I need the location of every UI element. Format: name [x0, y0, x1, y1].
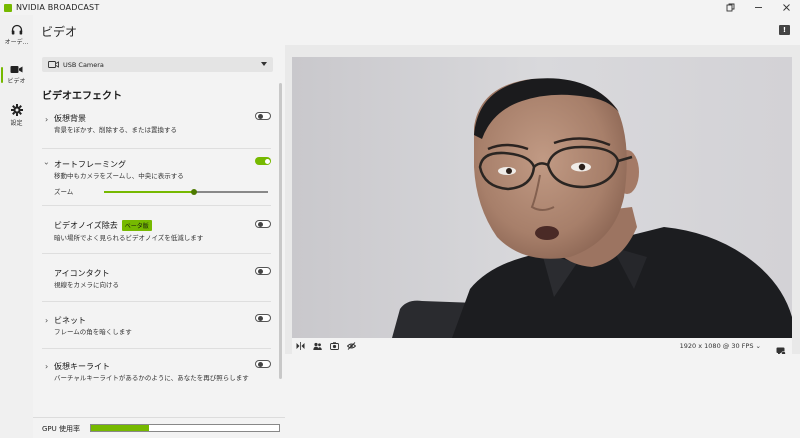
effect-name: アイコンタクト [54, 269, 110, 278]
effect-name: オートフレーミング [54, 160, 126, 169]
chevron-right-icon[interactable]: › [45, 115, 48, 124]
effect-eye-contact: アイコンタクト 視線をカメラに向ける [42, 254, 271, 302]
chevron-down-icon: ⌄ [755, 342, 761, 350]
beta-badge: ベータ版 [121, 220, 152, 231]
effect-name: 仮想キーライト [54, 362, 110, 371]
people-icon[interactable] [309, 338, 326, 354]
effect-desc: 視線をカメラに向ける [54, 281, 119, 289]
nvidia-logo-icon [4, 3, 12, 12]
effect-desc: 暗い場所でよく見られるビデオノイズを低減します [54, 234, 204, 242]
chevron-right-icon[interactable]: › [45, 362, 48, 371]
page-title: ビデオ [41, 25, 78, 39]
chevron-right-icon[interactable]: › [45, 316, 48, 325]
zoom-slider-handle[interactable] [191, 188, 198, 195]
effect-virtual-background: › 仮想背景 背景をぼかす、削除する、または置換する [42, 105, 271, 149]
effect-video-noise-removal: ビデオノイズ除去 ベータ版 暗い場所でよく見られるビデオノイズを低減します [42, 206, 271, 254]
effects-list: › 仮想背景 背景をぼかす、削除する、または置換する › オートフレーミング 移… [42, 105, 271, 410]
nav-rail: オーデ... ビデオ 設定 [0, 15, 33, 438]
below-preview-area [285, 354, 800, 438]
effect-desc: 背景をぼかす、削除する、または置換する [54, 126, 177, 134]
close-icon[interactable] [772, 0, 800, 15]
effect-vignette: › ビネット フレームの角を暗くします [42, 302, 271, 349]
minimize-icon[interactable] [744, 0, 772, 15]
toggle-video-noise-removal[interactable] [255, 220, 271, 228]
rail-item-label: オーデ... [4, 39, 29, 46]
video-camera-icon [10, 66, 23, 73]
gpu-usage: GPU 使用率 [33, 417, 285, 438]
resolution-value: 1920 x 1080 @ 30 FPS [679, 342, 754, 350]
effect-virtual-key-light: › 仮想キーライト バーチャルキーライトがあるかのように、あなたを再び照らします [42, 349, 271, 409]
chevron-down-icon [261, 62, 267, 66]
camera-select[interactable]: USB Camera [42, 57, 273, 72]
title-bar: NVIDIA BROADCAST [0, 0, 800, 15]
toggle-vignette[interactable] [255, 314, 271, 322]
zoom-slider-fill [104, 191, 195, 193]
page-header: ビデオ ! [33, 15, 800, 45]
effect-name: ビデオノイズ除去 [54, 221, 118, 230]
effect-name: ビネット [54, 316, 86, 325]
effect-desc: フレームの角を暗くします [54, 328, 132, 336]
panel-scrollbar[interactable] [279, 83, 282, 379]
effects-title: ビデオエフェクト [42, 91, 122, 102]
rail-item-settings[interactable]: 設定 [0, 95, 33, 135]
effect-name-row: ビデオノイズ除去 ベータ版 [54, 220, 152, 231]
effect-auto-framing: › オートフレーミング 移動中もカメラをズームし、中央に表示する ズーム [42, 149, 271, 206]
camera-feed-image [292, 57, 792, 338]
effect-name: 仮想背景 [54, 114, 86, 123]
video-controls: 1920 x 1080 @ 30 FPS ⌄ [292, 338, 792, 356]
toggle-virtual-key-light[interactable] [255, 360, 271, 368]
video-preview [292, 57, 792, 338]
camera-outline-icon [48, 61, 59, 68]
camera-select-value: USB Camera [63, 60, 104, 69]
hide-preview-icon[interactable] [343, 338, 360, 354]
headphones-icon [11, 24, 22, 35]
effect-desc: 移動中もカメラをズームし、中央に表示する [54, 172, 184, 180]
app-title: NVIDIA BROADCAST [16, 3, 100, 12]
rail-item-label: 設定 [10, 119, 23, 127]
mirror-icon[interactable] [292, 338, 309, 354]
effects-panel: USB Camera ビデオエフェクト › 仮想背景 背景をぼかす、削除する、ま… [33, 45, 285, 438]
alert-icon[interactable]: ! [779, 25, 790, 35]
snapshot-icon[interactable] [326, 338, 343, 354]
toggle-virtual-background[interactable] [255, 112, 271, 120]
effect-desc: バーチャルキーライトがあるかのように、あなたを再び照らします [54, 374, 249, 382]
toggle-eye-contact[interactable] [255, 267, 271, 275]
rail-item-label: ビデオ [7, 78, 26, 85]
gpu-usage-label: GPU 使用率 [42, 425, 80, 433]
gear-icon [10, 103, 23, 116]
resolution-select[interactable]: 1920 x 1080 @ 30 FPS ⌄ [680, 342, 761, 350]
zoom-label: ズーム [54, 188, 74, 196]
toggle-auto-framing[interactable] [255, 157, 271, 165]
restore-icon[interactable] [716, 0, 744, 15]
gpu-usage-fill [91, 425, 150, 431]
gpu-usage-bar [90, 424, 280, 432]
rail-item-video[interactable]: ビデオ [0, 55, 33, 95]
zoom-slider[interactable] [104, 188, 268, 195]
window-controls [716, 0, 800, 15]
chevron-down-icon[interactable]: › [42, 162, 51, 165]
rail-item-audio[interactable]: オーデ... [0, 15, 33, 55]
